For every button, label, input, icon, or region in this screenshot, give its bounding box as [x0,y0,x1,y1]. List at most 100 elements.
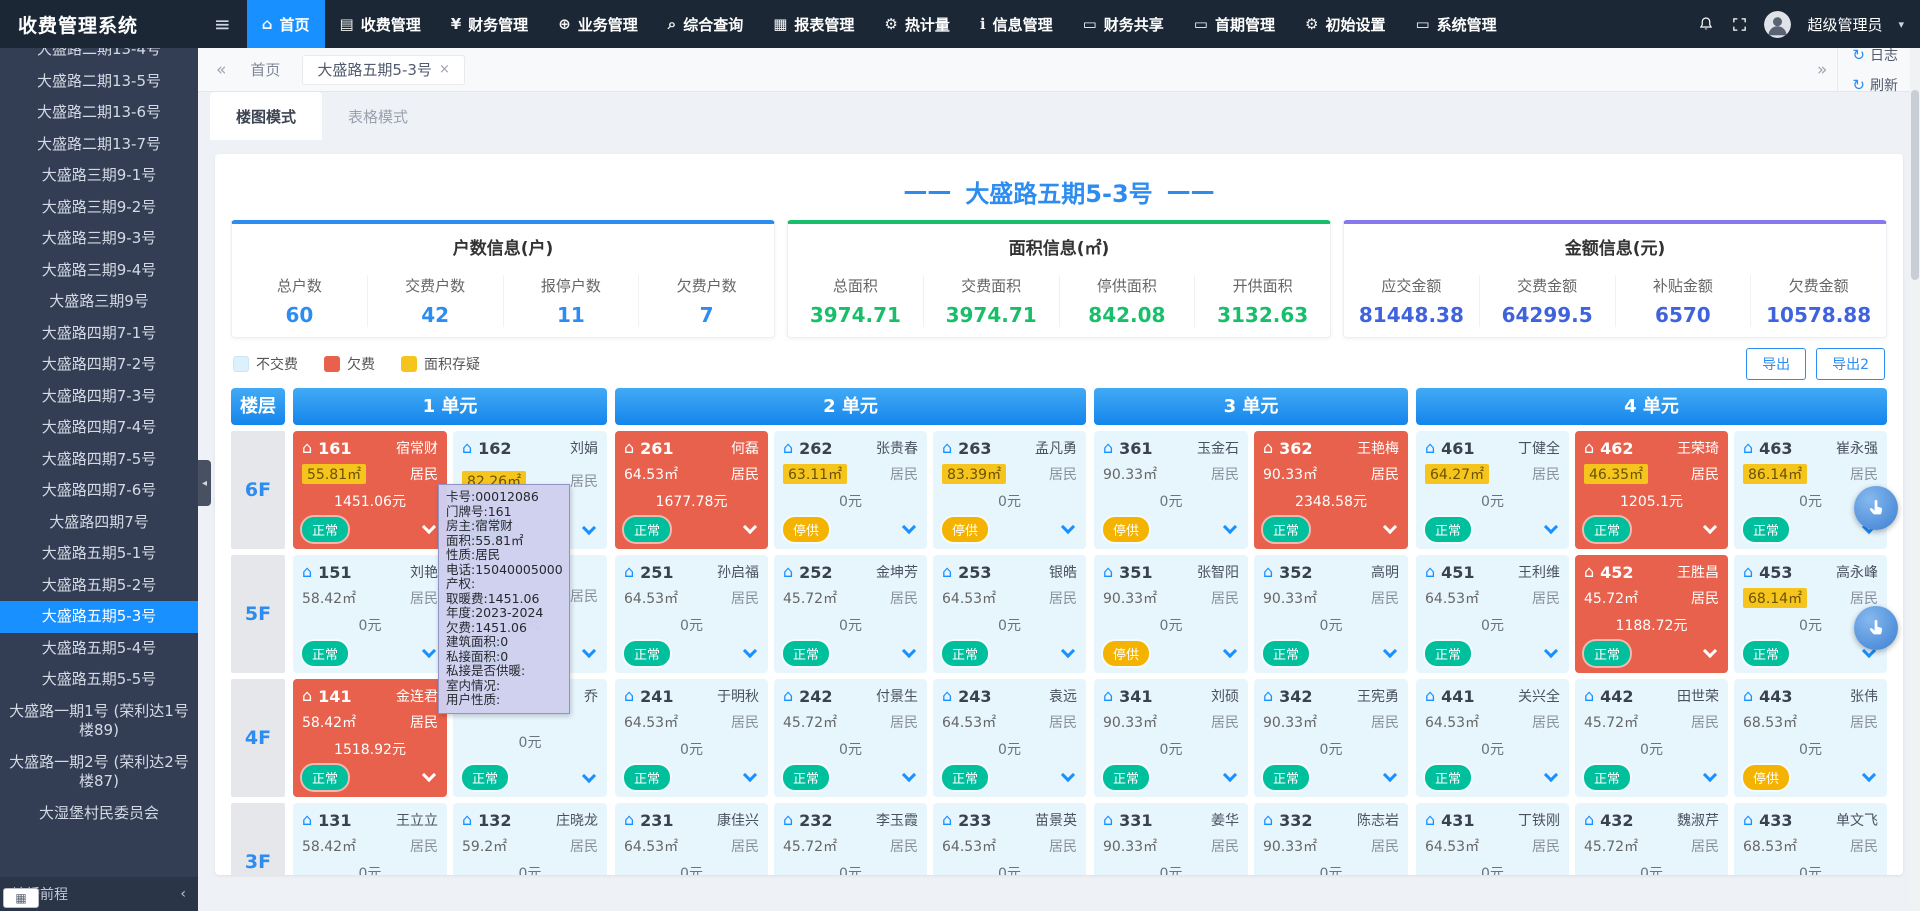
nav-item-first-period-management[interactable]: ▭首期管理 [1179,0,1290,48]
apartment-card[interactable]: ⌂161宿常财55.81㎡居民1451.06元正常 [293,431,447,549]
chevron-down-icon[interactable] [1383,520,1397,534]
touch-hand-button-1[interactable] [1854,486,1898,530]
status-badge[interactable]: 正常 [942,765,988,790]
chevron-down-icon[interactable] [902,520,916,534]
sidebar-item[interactable]: 大盛路四期7-1号 [0,318,198,350]
user-menu-caret-icon[interactable]: ▾ [1898,18,1904,31]
chevron-down-icon[interactable] [1703,520,1717,534]
apartment-card[interactable]: ⌂451王利维64.53㎡居民0元正常 [1416,555,1569,673]
apartment-card[interactable]: ⌂253银皓64.53㎡居民0元正常 [933,555,1086,673]
apartment-card[interactable]: ⌂242付景生45.72㎡居民0元正常 [774,679,927,797]
apartment-card[interactable]: ⌂443张伟68.53㎡居民0元停供 [1734,679,1887,797]
sidebar-item[interactable]: 大盛路四期7-5号 [0,444,198,476]
status-badge[interactable]: 正常 [1103,765,1149,790]
apartment-card[interactable]: ⌂252金坤芳45.72㎡居民0元正常 [774,555,927,673]
nav-item-report-management[interactable]: ▦报表管理 [758,0,869,48]
sidebar-item[interactable]: 大盛路二期13-5号 [0,66,198,98]
status-badge[interactable]: 停供 [942,517,988,542]
status-badge[interactable]: 正常 [1425,517,1471,542]
apartment-card[interactable]: ⌂441关兴全64.53㎡居民0元正常 [1416,679,1569,797]
export-button-2[interactable]: 导出2 [1816,348,1885,380]
chevron-down-icon[interactable] [1223,768,1237,782]
nav-item-business-management[interactable]: ⊕业务管理 [543,0,653,48]
nav-item-heat-metering[interactable]: ⚙热计量 [869,0,964,48]
collapse-left-icon[interactable]: ‹ [180,886,186,902]
chevron-down-icon[interactable] [1383,644,1397,658]
nav-item-system-management[interactable]: ▭系统管理 [1400,0,1511,48]
chevron-down-icon[interactable] [1223,644,1237,658]
apartment-card[interactable]: ⌂141金连君58.42㎡居民1518.92元正常 [293,679,447,797]
view-tab-楼图模式[interactable]: 楼图模式 [210,92,322,140]
apartment-card[interactable]: ⌂332陈志岩90.33㎡居民0元正常 [1254,803,1408,875]
apartment-card[interactable]: ⌂361玉金石90.33㎡居民0元停供 [1094,431,1248,549]
sidebar-item[interactable]: 大盛路三期9号 [0,286,198,318]
sidebar-item[interactable]: 大盛路四期7号 [0,507,198,539]
chevron-down-icon[interactable] [1544,644,1558,658]
nav-item-info-management[interactable]: ℹ信息管理 [965,0,1068,48]
sidebar-item[interactable]: 大盛路三期9-1号 [0,160,198,192]
page-scrollbar[interactable] [1910,48,1920,911]
scrollbar-thumb[interactable] [1911,90,1919,280]
apartment-card[interactable]: ⌂243袁远64.53㎡居民0元正常 [933,679,1086,797]
apartment-card[interactable]: ⌂452王胜昌45.72㎡居民1188.72元正常 [1575,555,1728,673]
apartment-card[interactable]: ⌂331姜华90.33㎡居民0元正常 [1094,803,1248,875]
apartment-card[interactable]: ⌂461丁健全64.27㎡居民0元正常 [1416,431,1569,549]
apartment-card[interactable]: ⌂431丁铁刚64.53㎡居民0元正常 [1416,803,1569,875]
sidebar-item[interactable]: 大盛路四期7-6号 [0,475,198,507]
chevron-down-icon[interactable] [1061,520,1075,534]
nav-item-initial-settings[interactable]: ⚙初始设置 [1290,0,1400,48]
apartment-card[interactable]: ⌂432魏淑芹45.72㎡居民0元正常 [1575,803,1728,875]
touch-hand-button-2[interactable] [1854,606,1898,650]
status-badge[interactable]: 正常 [462,765,508,790]
status-badge[interactable]: 正常 [783,641,829,666]
status-badge[interactable]: 正常 [1425,641,1471,666]
chevron-down-icon[interactable] [422,768,436,782]
status-badge[interactable]: 停供 [783,517,829,542]
nav-item-fee-management[interactable]: ▤收费管理 [325,0,436,48]
apartment-card[interactable]: ⌂132庄晓龙59.2㎡居民0元正常 [453,803,607,875]
sidebar-item[interactable]: 大盛路三期9-2号 [0,192,198,224]
apartment-card[interactable]: ⌂352高明90.33㎡居民0元正常 [1254,555,1408,673]
status-badge[interactable]: 正常 [302,641,348,666]
sidebar-item[interactable]: 大盛路五期5-1号 [0,538,198,570]
sidebar-toggle-icon[interactable]: ≡ [198,0,247,48]
chevron-down-icon[interactable] [1703,768,1717,782]
sidebar-item[interactable]: 大盛路二期13-7号 [0,129,198,161]
apartment-card[interactable]: ⌂342王宪勇90.33㎡居民0元正常 [1254,679,1408,797]
status-badge[interactable]: 正常 [1425,765,1471,790]
user-avatar[interactable] [1764,11,1791,38]
apartment-card[interactable]: ⌂362王艳梅90.33㎡居民2348.58元正常 [1254,431,1408,549]
chevron-down-icon[interactable] [1383,768,1397,782]
chevron-down-icon[interactable] [1703,644,1717,658]
sidebar-item[interactable]: 大盛路四期7-4号 [0,412,198,444]
status-badge[interactable]: 正常 [1584,765,1630,790]
tab-close-icon[interactable]: × [439,62,450,77]
tabs-scroll-right-icon[interactable]: » [1807,60,1837,80]
apartment-card[interactable]: ⌂261何磊64.53㎡居民1677.78元正常 [615,431,768,549]
status-badge[interactable]: 正常 [1584,641,1630,666]
apartment-card[interactable]: ⌂231康佳兴64.53㎡居民0元正常 [615,803,768,875]
status-badge[interactable]: 正常 [942,641,988,666]
status-badge[interactable]: 正常 [302,517,348,542]
status-badge[interactable]: 正常 [1743,517,1789,542]
tab-首页[interactable]: 首页 [236,55,294,85]
status-badge[interactable]: 正常 [1743,641,1789,666]
apartment-card[interactable]: ⌂442田世荣45.72㎡居民0元正常 [1575,679,1728,797]
apartment-card[interactable]: ⌂232李玉霞45.72㎡居民0元停供 [774,803,927,875]
chevron-down-icon[interactable] [422,520,436,534]
sidebar-item[interactable]: 大盛路四期7-2号 [0,349,198,381]
chevron-down-icon[interactable] [1061,768,1075,782]
sidebar-item[interactable]: 大盛路四期7-3号 [0,381,198,413]
chevron-down-icon[interactable] [743,644,757,658]
sidebar-item[interactable]: 大盛路三期9-4号 [0,255,198,287]
status-badge[interactable]: 正常 [1584,517,1630,542]
status-badge[interactable]: 正常 [302,765,348,790]
nav-item-finance-management[interactable]: ¥财务管理 [436,0,543,48]
status-badge[interactable]: 正常 [1263,517,1309,542]
export-button-1[interactable]: 导出 [1746,348,1806,380]
chevron-down-icon[interactable] [1862,768,1876,782]
status-badge[interactable]: 停供 [1103,517,1149,542]
apartment-card[interactable]: ⌂233苗景英64.53㎡居民0元正常 [933,803,1086,875]
chevron-down-icon[interactable] [743,768,757,782]
chevron-down-icon[interactable] [1061,644,1075,658]
